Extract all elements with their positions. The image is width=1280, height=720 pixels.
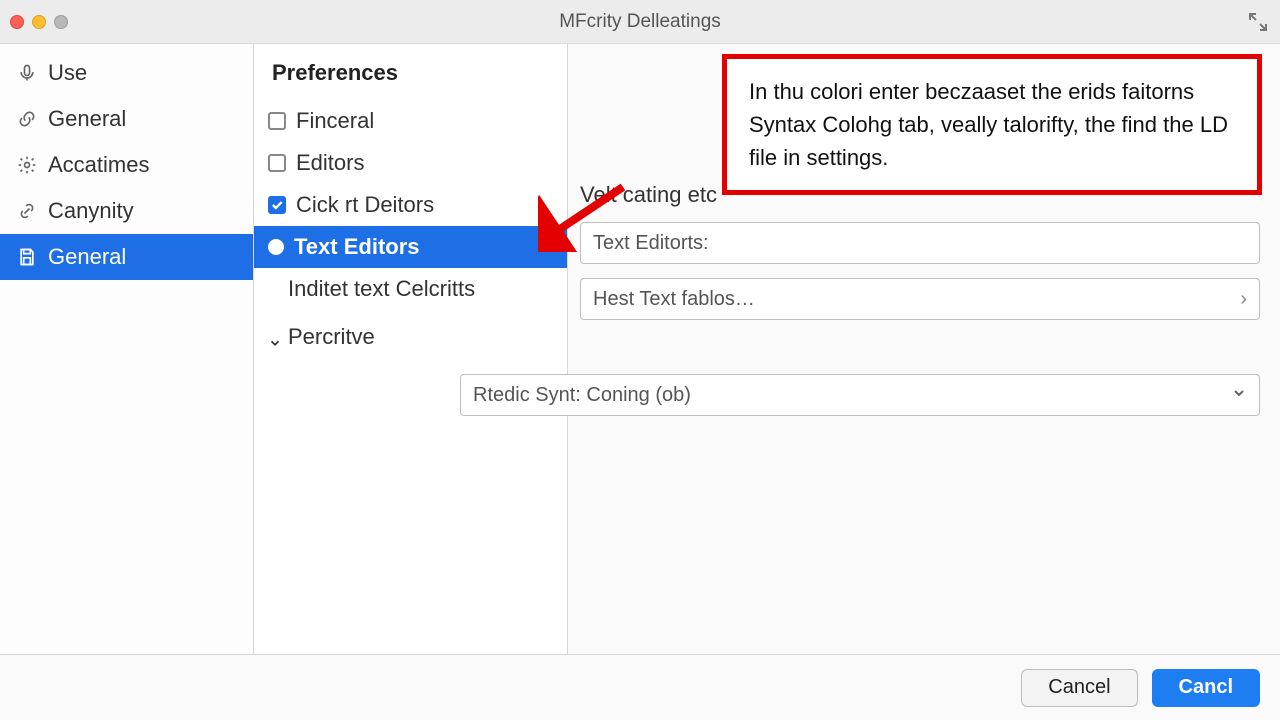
sidebar-item-label: General	[48, 244, 126, 270]
dialog-footer: Cancel Cancl	[0, 654, 1280, 720]
checkbox-icon[interactable]	[268, 112, 286, 130]
titlebar: MFcrity Delleatings	[0, 0, 1280, 44]
pref-item-finceral[interactable]: Finceral	[254, 100, 567, 142]
dropdown-value: Rtedic Synt: Coning (ob)	[473, 384, 1231, 407]
link-icon	[16, 200, 38, 222]
link-icon	[16, 108, 38, 130]
sidebar-item-general-2[interactable]: General	[0, 234, 253, 280]
chevron-down-icon	[268, 330, 282, 344]
sidebar-item-label: Canynity	[48, 198, 134, 224]
pref-item-label: Editors	[296, 150, 364, 176]
window-controls	[10, 15, 68, 29]
pref-item-label: Inditet text Celcritts	[288, 276, 475, 302]
sidebar-item-label: Accatimes	[48, 152, 149, 178]
callout-text: In thu colori enter beczaaset the erids …	[749, 79, 1228, 170]
pref-group-percritve[interactable]: Percritve	[254, 310, 567, 356]
checkbox-icon[interactable]	[268, 154, 286, 172]
sidebar-item-accatimes[interactable]: Accatimes	[0, 142, 253, 188]
chevron-right-icon: ›	[1240, 288, 1247, 311]
preferences-tree: Preferences Finceral Editors Cick rt Dei…	[254, 44, 568, 654]
pref-item-label: Text Editors	[294, 234, 420, 260]
pref-item-indilet-text[interactable]: Inditet text Celcritts	[254, 268, 567, 310]
syntax-dropdown[interactable]: Rtedic Synt: Coning (ob)	[460, 374, 1260, 416]
save-icon	[16, 246, 38, 268]
sidebar-item-general-1[interactable]: General	[0, 96, 253, 142]
cancel-button[interactable]: Cancel	[1021, 669, 1137, 707]
arrow-icon	[538, 182, 628, 257]
preferences-heading: Preferences	[254, 44, 567, 100]
pref-item-text-editors[interactable]: Text Editors	[254, 226, 567, 268]
preferences-window: MFcrity Delleatings Use General	[0, 0, 1280, 720]
sidebar-item-label: General	[48, 106, 126, 132]
pref-group-label: Percritve	[288, 324, 375, 350]
pref-item-click-deitors[interactable]: Cick rt Deitors	[254, 184, 567, 226]
instruction-callout: In thu colori enter beczaaset the erids …	[722, 54, 1262, 195]
sidebar-item-canynity[interactable]: Canynity	[0, 188, 253, 234]
minimize-icon[interactable]	[32, 15, 46, 29]
sidebar-item-use[interactable]: Use	[0, 50, 253, 96]
confirm-button[interactable]: Cancl	[1152, 669, 1260, 707]
radio-icon[interactable]	[268, 239, 284, 255]
field-value: Text Editorts:	[593, 232, 1247, 255]
chevron-down-icon	[1231, 384, 1247, 407]
content-pane: Velt cating etc Text Editorts: Hest Text…	[568, 44, 1280, 654]
field-value: Hest Text fablos…	[593, 288, 1240, 311]
gear-icon	[16, 154, 38, 176]
body: Use General Accatimes Canynity	[0, 44, 1280, 654]
hest-text-field[interactable]: Hest Text fablos… ›	[580, 278, 1260, 320]
window-title: MFcrity Delleatings	[0, 11, 1280, 33]
sidebar: Use General Accatimes Canynity	[0, 44, 254, 654]
sidebar-item-label: Use	[48, 60, 87, 86]
pref-item-label: Cick rt Deitors	[296, 192, 434, 218]
mic-icon	[16, 62, 38, 84]
expand-icon[interactable]	[1246, 10, 1270, 34]
pref-item-label: Finceral	[296, 108, 374, 134]
maximize-icon[interactable]	[54, 15, 68, 29]
text-editors-field[interactable]: Text Editorts:	[580, 222, 1260, 264]
pref-item-editors[interactable]: Editors	[254, 142, 567, 184]
close-icon[interactable]	[10, 15, 24, 29]
checkbox-icon[interactable]	[268, 196, 286, 214]
